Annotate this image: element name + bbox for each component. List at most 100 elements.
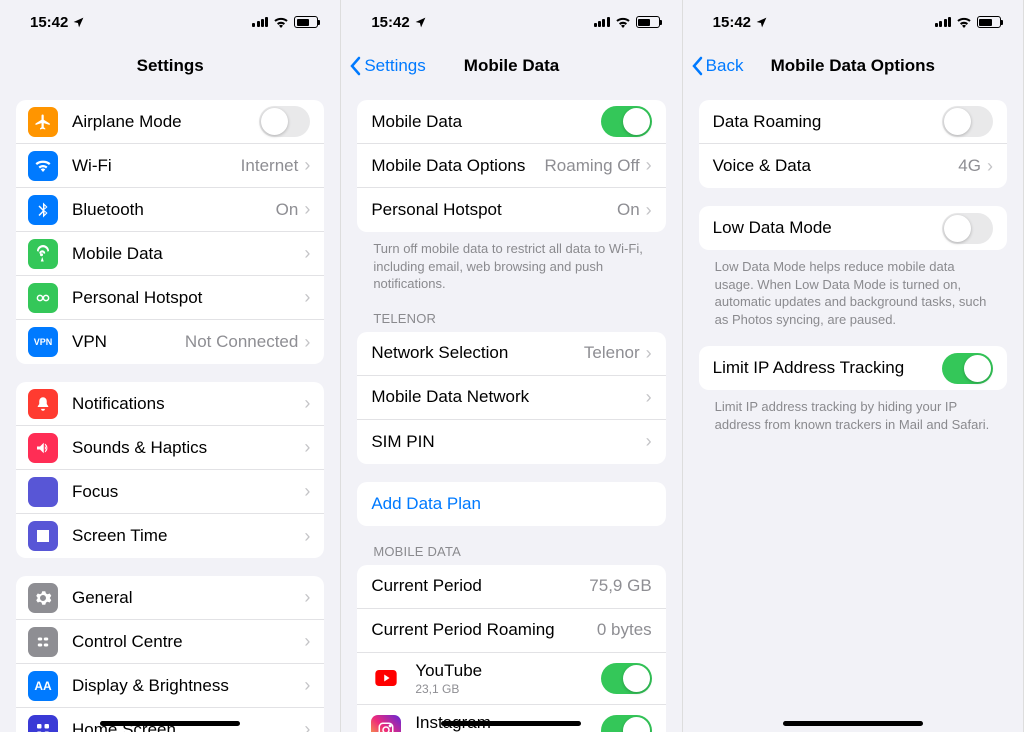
roaming-value: 0 bytes (597, 620, 652, 640)
voice-label: Voice & Data (713, 156, 959, 176)
usage-group: Current Period 75,9 GB Current Period Ro… (357, 565, 665, 732)
options-value: Roaming Off (545, 156, 640, 176)
back-button[interactable]: Back (691, 56, 744, 76)
chevron-right-icon: › (987, 156, 993, 177)
focus-label: Focus (72, 482, 304, 502)
wifi-icon (956, 16, 972, 28)
status-bar: 15:42 (341, 0, 681, 44)
lowdata-switch[interactable] (942, 213, 993, 244)
cellular-icon (594, 17, 610, 27)
simpin-label: SIM PIN (371, 432, 645, 452)
low-data-mode-row[interactable]: Low Data Mode (699, 206, 1007, 250)
limitip-switch[interactable] (942, 353, 993, 384)
limit-ip-row[interactable]: Limit IP Address Tracking (699, 346, 1007, 390)
display-icon: AA (28, 671, 58, 701)
notifications-icon (28, 389, 58, 419)
mobile-data-toggle-row[interactable]: Mobile Data (357, 100, 665, 144)
display-row[interactable]: AA Display & Brightness › (16, 664, 324, 708)
instagram-row[interactable]: Instagram 17,6 GB (357, 705, 665, 732)
personal-hotspot-row[interactable]: Personal Hotspot On › (357, 188, 665, 232)
wifi-icon (273, 16, 289, 28)
youtube-switch[interactable] (601, 663, 652, 694)
notifications-row[interactable]: Notifications › (16, 382, 324, 426)
mobile-data-row[interactable]: Mobile Data › (16, 232, 324, 276)
control-centre-row[interactable]: Control Centre › (16, 620, 324, 664)
home-indicator[interactable] (441, 721, 581, 726)
chevron-right-icon: › (304, 332, 310, 353)
chevron-right-icon: › (304, 155, 310, 176)
settings-screen: 15:42 Settings Airplane Mode (0, 0, 341, 732)
add-plan-label: Add Data Plan (371, 494, 651, 514)
screentime-row[interactable]: Screen Time › (16, 514, 324, 558)
network-value: Telenor (584, 343, 640, 363)
general-row[interactable]: General › (16, 576, 324, 620)
add-data-plan-row[interactable]: Add Data Plan (357, 482, 665, 526)
location-icon (755, 16, 768, 29)
bluetooth-row[interactable]: Bluetooth On › (16, 188, 324, 232)
data-roaming-row[interactable]: Data Roaming (699, 100, 1007, 144)
wifi-settings-icon (28, 151, 58, 181)
instagram-icon (371, 715, 401, 732)
mobile-data-label: Mobile Data (72, 244, 304, 264)
gear-icon (28, 583, 58, 613)
mdn-label: Mobile Data Network (371, 387, 645, 407)
nav-bar: Settings Mobile Data (341, 44, 681, 88)
mobile-data-network-row[interactable]: Mobile Data Network › (357, 376, 665, 420)
chevron-left-icon (691, 56, 703, 76)
nav-bar: Settings (0, 44, 340, 88)
bluetooth-value: On (276, 200, 299, 220)
airplane-switch[interactable] (259, 106, 310, 137)
chevron-left-icon (349, 56, 361, 76)
airplane-label: Airplane Mode (72, 112, 259, 132)
chevron-right-icon: › (304, 287, 310, 308)
chevron-right-icon: › (304, 526, 310, 547)
home-indicator[interactable] (100, 721, 240, 726)
sounds-label: Sounds & Haptics (72, 438, 304, 458)
hotspot-value: On (617, 200, 640, 220)
chevron-right-icon: › (646, 387, 652, 408)
vpn-label: VPN (72, 332, 185, 352)
battery-icon (636, 16, 660, 28)
wifi-label: Wi-Fi (72, 156, 241, 176)
mobile-data-switch[interactable] (601, 106, 652, 137)
home-indicator[interactable] (783, 721, 923, 726)
mobile-data-options-screen: 15:42 Back Mobile Data Options Data Roam… (683, 0, 1024, 732)
current-label: Current Period (371, 576, 589, 596)
screentime-label: Screen Time (72, 526, 304, 546)
sounds-row[interactable]: Sounds & Haptics › (16, 426, 324, 470)
mobile-data-group: Mobile Data Mobile Data Options Roaming … (357, 100, 665, 232)
control-icon (28, 627, 58, 657)
hotspot-icon (28, 283, 58, 313)
chevron-right-icon: › (304, 631, 310, 652)
options-label: Mobile Data Options (371, 156, 544, 176)
homescreen-row[interactable]: Home Screen › (16, 708, 324, 732)
chevron-right-icon: › (304, 393, 310, 414)
focus-row[interactable]: Focus › (16, 470, 324, 514)
sounds-icon (28, 433, 58, 463)
back-label: Settings (364, 56, 425, 76)
hotspot-label: Personal Hotspot (72, 288, 304, 308)
display-label: Display & Brightness (72, 676, 304, 696)
chevron-right-icon: › (646, 155, 652, 176)
roaming-period-row[interactable]: Current Period Roaming 0 bytes (357, 609, 665, 653)
roaming-switch[interactable] (942, 106, 993, 137)
network-label: Network Selection (371, 343, 584, 363)
airplane-mode-row[interactable]: Airplane Mode (16, 100, 324, 144)
back-button[interactable]: Settings (349, 56, 425, 76)
status-time: 15:42 (371, 14, 409, 31)
mobile-data-options-row[interactable]: Mobile Data Options Roaming Off › (357, 144, 665, 188)
youtube-label: YouTube (415, 661, 600, 681)
youtube-row[interactable]: YouTube 23,1 GB (357, 653, 665, 705)
wifi-row[interactable]: Wi-Fi Internet › (16, 144, 324, 188)
limit-ip-group: Limit IP Address Tracking (699, 346, 1007, 390)
instagram-switch[interactable] (601, 715, 652, 732)
network-selection-row[interactable]: Network Selection Telenor › (357, 332, 665, 376)
sim-pin-row[interactable]: SIM PIN › (357, 420, 665, 464)
carrier-header: Telenor (357, 293, 665, 332)
voice-data-row[interactable]: Voice & Data 4G › (699, 144, 1007, 188)
hotspot-row[interactable]: Personal Hotspot › (16, 276, 324, 320)
current-period-row[interactable]: Current Period 75,9 GB (357, 565, 665, 609)
vpn-row[interactable]: VPN VPN Not Connected › (16, 320, 324, 364)
chevron-right-icon: › (304, 675, 310, 696)
roaming-group: Data Roaming Voice & Data 4G › (699, 100, 1007, 188)
